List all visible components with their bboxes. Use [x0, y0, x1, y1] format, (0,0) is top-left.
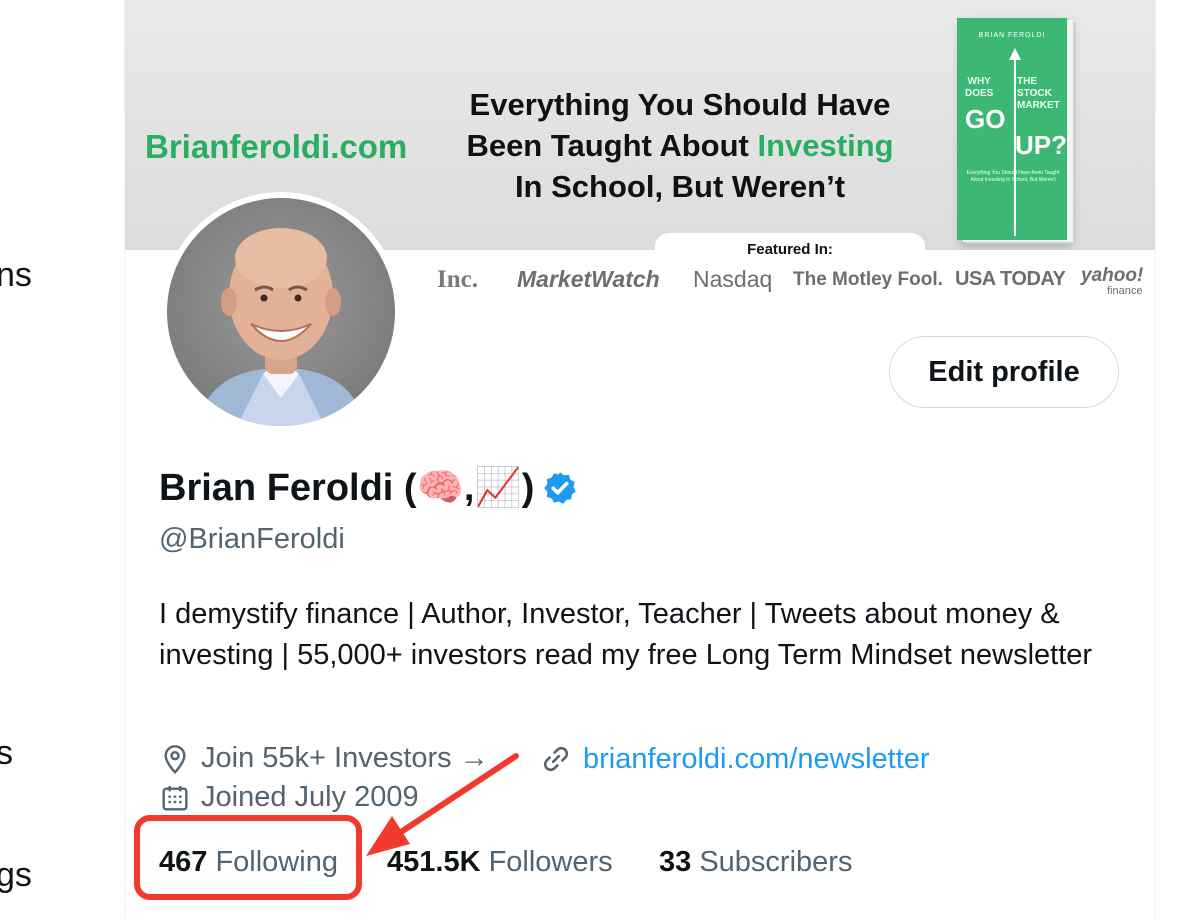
inc-logo: Inc. [437, 266, 478, 293]
name-row: Brian Feroldi (🧠,📈) [159, 466, 578, 510]
subscribers-count: 33 [659, 846, 692, 878]
calendar-icon [162, 785, 188, 811]
edit-profile-button[interactable]: Edit profile [889, 336, 1119, 408]
website-item[interactable]: brianferoldi.com/newsletter [539, 742, 930, 776]
profile-column: Brianferoldi.com Everything You Should H… [124, 0, 1156, 920]
user-handle: @BrianFeroldi [159, 523, 345, 555]
sidebar-item-fragment[interactable]: ns [0, 256, 32, 295]
followers-count: 451.5K [387, 846, 481, 878]
verified-badge-icon[interactable] [542, 470, 578, 506]
joined-item: Joined July 2009 [159, 781, 419, 814]
marketwatch-logo: MarketWatch [517, 266, 660, 292]
location-item: Join 55k+ Investors → [159, 742, 489, 775]
subscribers-link[interactable]: 33 Subscribers [659, 846, 852, 879]
profile-bio: I demystify finance | Author, Investor, … [159, 598, 1093, 671]
banner-site-text: Brianferoldi.com [145, 128, 408, 165]
headline-line: In School, But Weren’t [514, 169, 846, 204]
sidebar-item-fragment[interactable]: s [0, 734, 13, 773]
yahoo-finance-logo: finance [1107, 285, 1143, 297]
headline-text: Been Taught About [466, 128, 758, 163]
annotation-highlight-box [134, 815, 362, 900]
avatar[interactable] [167, 198, 395, 426]
book-title-up: UP? [1015, 130, 1067, 160]
yahoo-logo: yahoo! [1081, 265, 1144, 286]
subscribers-label: Subscribers [699, 846, 853, 878]
avatar-photo [197, 228, 365, 426]
nasdaq-logo: Nasdaq [693, 266, 773, 292]
headline-highlight: Investing [757, 128, 894, 163]
followers-label: Followers [488, 846, 613, 878]
book-author: BRIAN FEROLDI [978, 32, 1046, 39]
motley-fool-logo: The Motley Fool. [793, 269, 943, 290]
book-title-go: GO [965, 104, 1006, 134]
sidebar-item-fragment[interactable]: gs [0, 856, 32, 895]
joined-text: Joined July 2009 [201, 781, 419, 813]
location-text: Join 55k+ Investors → [201, 742, 489, 774]
book-subtitle: Everything You Should Have Been Taught A… [966, 170, 1060, 183]
book-cover: BRIAN FEROLDI WHY DOES THE STOCK MARKET GO … [957, 18, 1067, 240]
book-title-left: WHY DOES [965, 76, 994, 99]
headline-line: Been Taught About Investing [445, 125, 915, 166]
banner-headline: Everything You Should Have Been Taught A… [445, 84, 915, 207]
website-link[interactable]: brianferoldi.com/newsletter [583, 743, 930, 776]
book-title-right: THE STOCK MARKET [1017, 76, 1060, 111]
headline-line: Everything You Should Have [469, 87, 891, 122]
followers-link[interactable]: 451.5K Followers [387, 846, 613, 879]
featured-label: Featured In: [747, 241, 833, 258]
usa-today-logo: USA TODAY [955, 268, 1066, 290]
link-icon [543, 746, 569, 772]
location-pin-icon [164, 744, 186, 774]
display-name: Brian Feroldi (🧠,📈) [159, 467, 535, 509]
